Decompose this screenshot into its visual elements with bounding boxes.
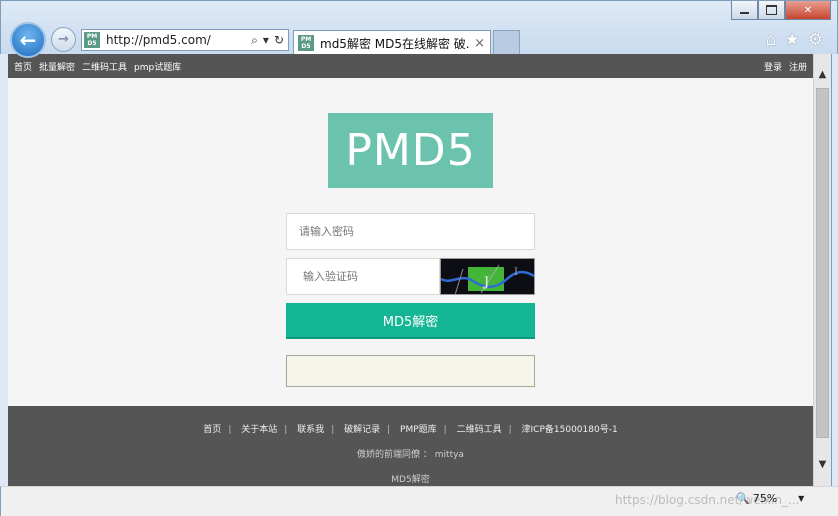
- scroll-up-icon[interactable]: ▲: [814, 64, 831, 84]
- footer: 首页 | 关于本站 | 联系我 | 破解记录 | PMP题库 | 二维码工具 | 津ICP备…: [8, 406, 813, 486]
- forward-arrow-icon: →: [58, 32, 69, 47]
- footer-link-about[interactable]: 关于本站: [241, 425, 277, 435]
- footer-credit: 傲娇的前端同僚 ： mittya: [357, 450, 464, 460]
- footer-link-crack-records[interactable]: 破解记录: [344, 425, 380, 435]
- search-icon[interactable]: ⌕: [251, 33, 258, 48]
- window-frame-edge: [831, 54, 838, 516]
- site-logo: PMD5: [328, 113, 493, 188]
- nav-home-link[interactable]: 首页: [14, 60, 32, 73]
- nav-qrcode-tool-link[interactable]: 二维码工具: [82, 60, 127, 73]
- dropdown-chevron-icon[interactable]: ▾: [263, 33, 269, 48]
- scroll-down-icon[interactable]: ▼: [814, 454, 831, 474]
- register-link[interactable]: 注册: [789, 60, 807, 73]
- page-viewport: 首页 批量解密 二维码工具 pmp试题库 登录 注册 PMD5 J I MD5解…: [8, 54, 813, 486]
- back-arrow-icon: ←: [19, 28, 37, 52]
- browser-tools: ⌂ ★ ⚙: [766, 30, 823, 50]
- close-window-button[interactable]: ✕: [785, 1, 831, 20]
- url-text[interactable]: http://pmd5.com/: [106, 33, 251, 47]
- maximize-button[interactable]: [758, 1, 785, 20]
- captcha-image[interactable]: J I: [440, 258, 535, 295]
- password-input[interactable]: [286, 213, 535, 250]
- zoom-magnifier-icon: 🔍: [736, 492, 750, 505]
- footer-brand: MD5解密: [391, 475, 430, 485]
- captcha-input[interactable]: [286, 258, 440, 295]
- favorites-star-icon[interactable]: ★: [785, 30, 800, 50]
- footer-link-home[interactable]: 首页: [203, 425, 221, 435]
- login-link[interactable]: 登录: [764, 60, 782, 73]
- status-bar: https://blog.csdn.net/weixin_... 🔍 75% ▼: [0, 486, 838, 516]
- window-controls: ✕: [731, 1, 831, 20]
- forward-button[interactable]: →: [51, 27, 76, 52]
- footer-link-pmp[interactable]: PMP题库: [400, 425, 437, 435]
- zoom-level: 75%: [752, 492, 778, 505]
- new-tab-button[interactable]: [493, 30, 520, 54]
- home-icon[interactable]: ⌂: [766, 30, 777, 50]
- refresh-icon[interactable]: ↻: [274, 33, 284, 48]
- footer-link-contact[interactable]: 联系我: [297, 425, 324, 435]
- address-bar[interactable]: PM D5 http://pmd5.com/ ⌕ ▾ ↻: [81, 29, 289, 51]
- scroll-thumb[interactable]: [816, 88, 829, 438]
- svg-text:I: I: [514, 267, 518, 278]
- svg-text:J: J: [482, 275, 489, 290]
- nav-batch-decrypt-link[interactable]: 批量解密: [39, 60, 75, 73]
- tab-favicon-icon: PM D5: [298, 35, 314, 51]
- top-navigation: 首页 批量解密 二维码工具 pmp试题库 登录 注册: [8, 54, 813, 78]
- site-favicon-icon: PM D5: [84, 32, 100, 48]
- browser-chrome: ✕ ← → PM D5 http://pmd5.com/ ⌕ ▾ ↻ PM D5…: [0, 0, 838, 58]
- zoom-dropdown-icon[interactable]: ▼: [798, 494, 804, 503]
- nav-pmp-questions-link[interactable]: pmp试题库: [134, 60, 181, 73]
- minimize-button[interactable]: [731, 1, 758, 20]
- tab-title: md5解密 MD5在线解密 破...: [320, 36, 470, 51]
- footer-link-qrcode[interactable]: 二维码工具: [457, 425, 502, 435]
- back-button[interactable]: ←: [10, 22, 46, 58]
- zoom-control[interactable]: 🔍 75% ▼: [736, 492, 804, 505]
- settings-gear-icon[interactable]: ⚙: [808, 30, 823, 50]
- md5-decrypt-button[interactable]: MD5解密: [286, 303, 535, 339]
- tab-close-icon[interactable]: ×: [469, 36, 490, 51]
- result-box: [286, 355, 535, 387]
- tab-active[interactable]: PM D5 md5解密 MD5在线解密 破... ×: [293, 30, 491, 55]
- footer-link-icp[interactable]: 津ICP备15000180号-1: [522, 425, 618, 435]
- footer-links: 首页 | 关于本站 | 联系我 | 破解记录 | PMP题库 | 二维码工具 | 津ICP备…: [203, 425, 618, 435]
- vertical-scrollbar[interactable]: ▲ ▼: [813, 54, 831, 486]
